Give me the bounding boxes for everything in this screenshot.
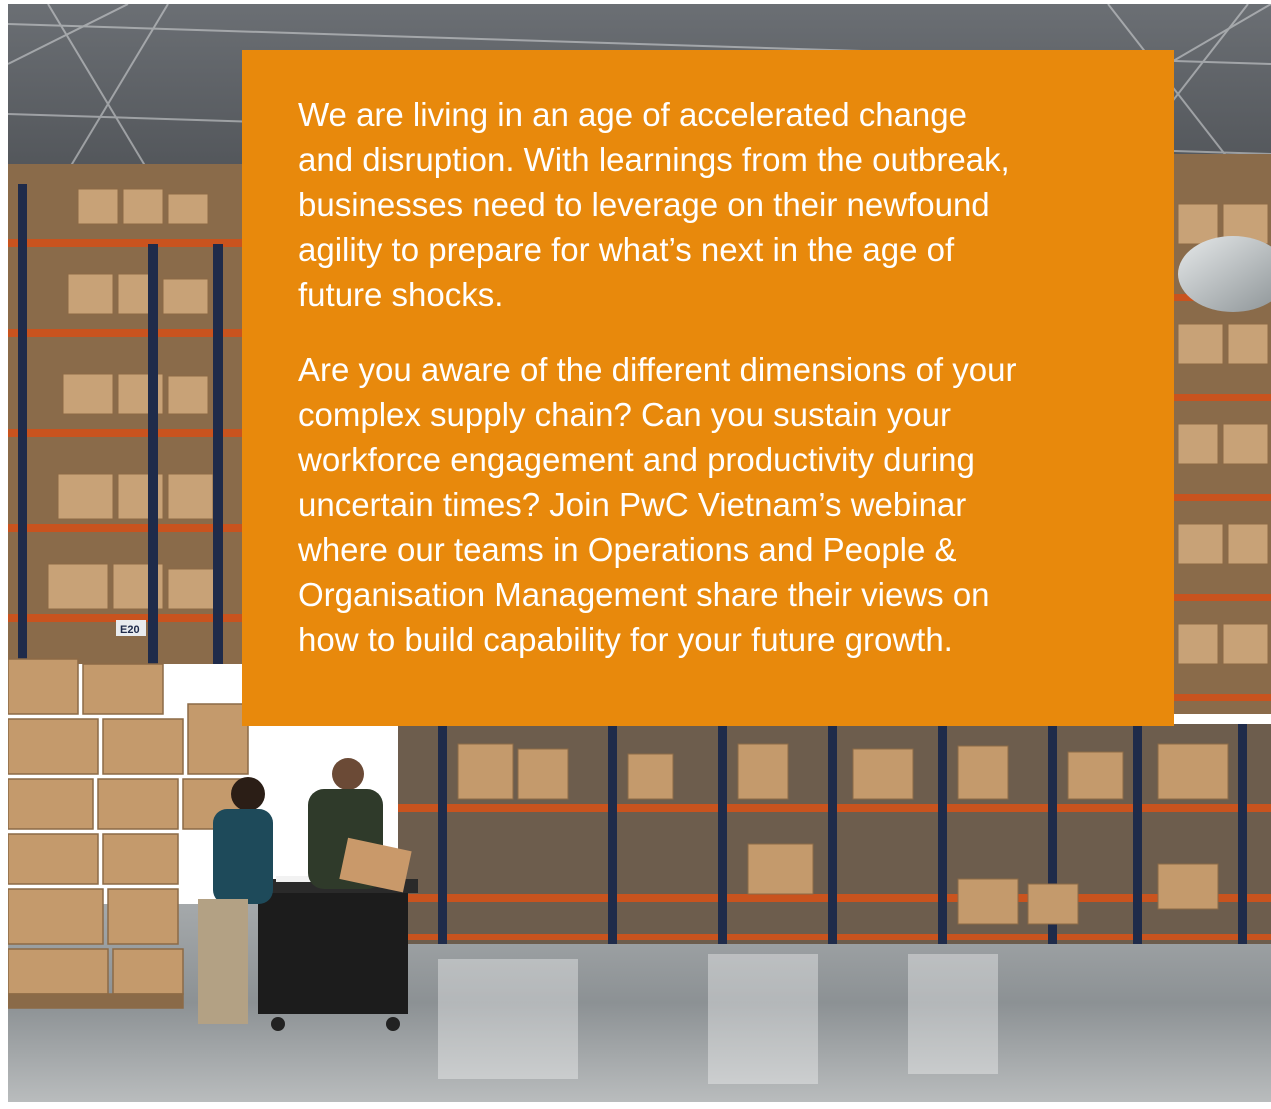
- left-racks: E20: [8, 164, 248, 664]
- orange-text-panel: We are living in an age of accelerated c…: [242, 50, 1174, 726]
- lower-racks: [398, 724, 1271, 944]
- aisle-sign: E20: [120, 624, 140, 636]
- webinar-paragraph: Are you aware of the different dimension…: [298, 351, 1017, 658]
- intro-paragraph: We are living in an age of accelerated c…: [298, 96, 1010, 313]
- right-racks: [1173, 154, 1271, 714]
- cart: [258, 889, 408, 1014]
